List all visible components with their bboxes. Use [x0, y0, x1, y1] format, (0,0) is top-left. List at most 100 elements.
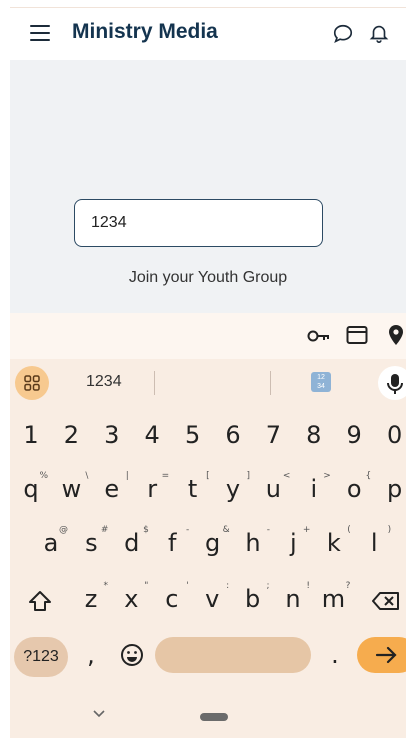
key-h[interactable]: h-: [234, 521, 272, 565]
chat-bubble-icon[interactable]: [332, 23, 354, 45]
key-y[interactable]: y]: [214, 467, 252, 511]
enter-key[interactable]: [357, 637, 406, 673]
key-label: o: [346, 475, 362, 503]
key-r[interactable]: r =: [133, 467, 171, 511]
status-strip: [10, 0, 406, 8]
key-t[interactable]: t[: [174, 467, 212, 511]
key-s[interactable]: s #: [72, 521, 110, 565]
key-k[interactable]: k(: [315, 521, 353, 565]
key-secondary-symbol: ]: [246, 471, 250, 481]
key-label: v: [205, 585, 220, 613]
key-o[interactable]: o{: [335, 467, 373, 511]
period-key[interactable]: .: [325, 633, 345, 677]
key-label: 8: [306, 421, 322, 449]
key-secondary-symbol: #: [100, 525, 109, 535]
key-secondary-symbol: ?: [345, 581, 351, 591]
key-secondary-symbol: ): [387, 525, 392, 535]
key-label: s: [85, 529, 98, 557]
mic-button[interactable]: [378, 366, 406, 400]
key-n[interactable]: n!: [274, 577, 312, 621]
key-secondary-symbol: {: [365, 471, 372, 481]
key-label: x: [124, 585, 139, 613]
key-label: l: [370, 529, 378, 557]
key-7[interactable]: 7: [254, 413, 292, 457]
key-i[interactable]: i >: [295, 467, 333, 511]
key-z[interactable]: z *: [72, 577, 110, 621]
emoji-icon[interactable]: [118, 641, 146, 669]
key-d[interactable]: d $: [113, 521, 151, 565]
key-label: f: [167, 529, 177, 557]
key-f[interactable]: f-: [153, 521, 191, 565]
chevron-down-icon[interactable]: [92, 709, 106, 719]
numpad-icon[interactable]: 12 34: [311, 372, 331, 392]
key-label: u: [265, 475, 281, 503]
key-label: p: [386, 475, 403, 503]
key-label: z: [84, 585, 98, 613]
bell-icon[interactable]: [368, 22, 390, 44]
group-code-input[interactable]: 1234: [74, 199, 323, 247]
card-icon[interactable]: [346, 325, 368, 345]
key-label: b: [244, 585, 261, 613]
key-e[interactable]: e |: [93, 467, 131, 511]
key-2[interactable]: 2: [52, 413, 90, 457]
key-x[interactable]: x ": [112, 577, 150, 621]
key-m[interactable]: m?: [314, 577, 352, 621]
key-label: 7: [265, 421, 282, 449]
key-w[interactable]: w \: [52, 467, 90, 511]
key-secondary-symbol: -: [266, 525, 270, 535]
key-label: d: [124, 529, 140, 557]
shift-icon[interactable]: [24, 589, 56, 613]
key-label: q: [23, 475, 39, 503]
key-secondary-symbol: \: [85, 471, 89, 481]
key-j[interactable]: j +: [274, 521, 312, 565]
key-u[interactable]: u <: [254, 467, 292, 511]
key-5[interactable]: 5: [174, 413, 212, 457]
key-p[interactable]: p}: [376, 467, 406, 511]
key-label: 4: [144, 421, 160, 449]
key-label: h: [245, 529, 261, 557]
key-4[interactable]: 4: [133, 413, 171, 457]
key-a[interactable]: a @: [32, 521, 70, 565]
key-secondary-symbol: *: [103, 581, 109, 591]
key-secondary-symbol: -: [185, 525, 190, 535]
comma-key[interactable]: ,: [81, 633, 101, 677]
key-0[interactable]: 0: [376, 413, 406, 457]
key-secondary-symbol: ;: [266, 581, 270, 591]
key-6[interactable]: 6: [214, 413, 252, 457]
key-b[interactable]: b;: [234, 577, 272, 621]
suggestion-item[interactable]: 1234: [86, 373, 122, 391]
key-3[interactable]: 3: [93, 413, 131, 457]
space-key[interactable]: [155, 637, 311, 673]
symbols-key[interactable]: ?123: [14, 637, 68, 677]
key-label: a: [43, 529, 59, 557]
key-label: w: [61, 475, 82, 503]
key-label: c: [165, 585, 179, 613]
key-secondary-symbol: |: [125, 471, 129, 481]
key-icon[interactable]: [307, 328, 331, 344]
app-frame: Ministry Media 1234 Join your Youth Grou…: [10, 0, 406, 738]
key-c[interactable]: c ': [153, 577, 191, 621]
key-l[interactable]: l): [355, 521, 393, 565]
key-label: r: [147, 475, 158, 503]
key-secondary-symbol: &: [222, 525, 230, 535]
key-label: m: [321, 585, 346, 613]
home-indicator[interactable]: [200, 713, 228, 721]
menu-icon[interactable]: [30, 25, 50, 43]
location-pin-icon[interactable]: [388, 324, 404, 346]
key-label: y: [225, 475, 241, 503]
key-1[interactable]: 1: [12, 413, 50, 457]
key-label: e: [104, 475, 120, 503]
apps-grid-icon[interactable]: [15, 366, 49, 400]
suggestion-strip: 1234 12 34: [10, 363, 406, 403]
key-label: 2: [63, 421, 80, 449]
app-bar: Ministry Media: [10, 8, 406, 60]
key-secondary-symbol: <: [282, 471, 291, 481]
key-secondary-symbol: @: [59, 525, 68, 535]
key-g[interactable]: g &: [194, 521, 232, 565]
key-9[interactable]: 9: [335, 413, 373, 457]
key-v[interactable]: v:: [193, 577, 231, 621]
backspace-icon[interactable]: [368, 589, 404, 613]
key-q[interactable]: q%: [12, 467, 50, 511]
key-8[interactable]: 8: [295, 413, 333, 457]
suggestion-divider: [270, 371, 271, 395]
